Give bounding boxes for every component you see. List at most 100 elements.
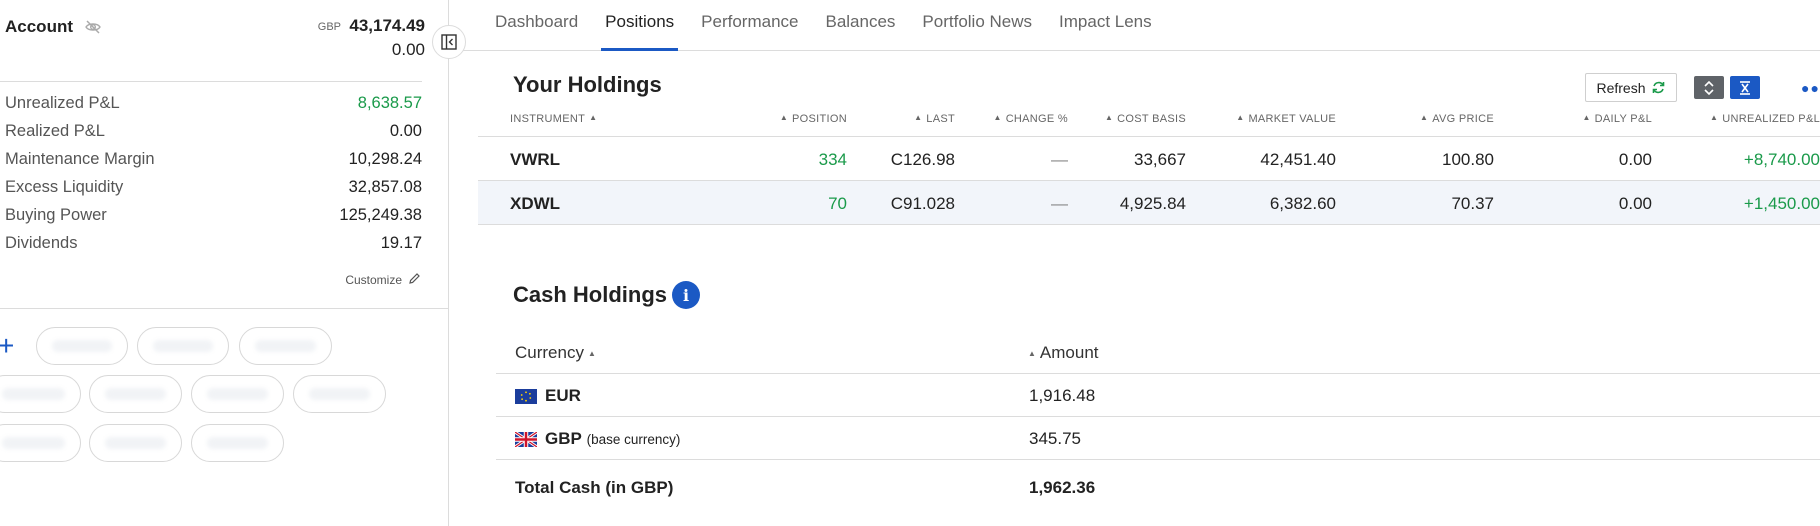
cell-instrument[interactable]: XDWL <box>510 194 560 214</box>
cell-avg-price: 70.37 <box>1451 194 1494 213</box>
table-row[interactable]: VWRL 334 C126.98 — 33,667 42,451.40 100.… <box>478 137 1820 181</box>
tab-impact-lens[interactable]: Impact Lens <box>1059 0 1152 50</box>
cell-change: — <box>1051 150 1068 169</box>
more-options-icon[interactable]: ●●● <box>1801 80 1820 96</box>
cell-change: — <box>1051 194 1068 213</box>
col-header-amount[interactable]: ▲ Amount <box>1024 343 1099 363</box>
col-header-change[interactable]: ▲ CHANGE % <box>989 113 1068 125</box>
account-balance: 43,174.49 <box>349 16 425 35</box>
cell-daily-pnl: 0.00 <box>1618 150 1652 169</box>
table-header: Currency ▲ ▲ Amount <box>496 334 1820 374</box>
account-sidebar: Account GBP 43,174.49 0.00 Unrealized P&… <box>0 0 449 526</box>
account-currency: GBP <box>317 21 341 33</box>
cash-title-text: Cash Holdings <box>513 282 668 307</box>
metric-value: 32,857.08 <box>348 178 422 196</box>
total-cash-value: 1,962.36 <box>1029 478 1096 497</box>
tab-performance[interactable]: Performance <box>701 0 798 50</box>
metric-label: Dividends <box>5 234 78 252</box>
col-header-unrealized-pnl[interactable]: ▲ UNREALIZED P&L <box>1706 113 1820 125</box>
eye-off-icon[interactable] <box>84 18 102 36</box>
cell-unrealized-pnl: +1,450.00 <box>1743 194 1820 213</box>
metric-label: Buying Power <box>5 206 107 224</box>
cell-last: C126.98 <box>890 150 955 169</box>
cell-cost-basis: 4,925.84 <box>1119 194 1186 213</box>
account-metrics: Unrealized P&L 8,638.57 Realized P&L 0.0… <box>5 94 422 262</box>
col-header-avg-price[interactable]: ▲ AVG PRICE <box>1416 113 1494 125</box>
col-header-currency[interactable]: Currency ▲ <box>515 343 600 363</box>
refresh-label: Refresh <box>1596 79 1646 96</box>
tab-dashboard[interactable]: Dashboard <box>495 0 578 50</box>
cell-currency: GBP (base currency) <box>545 429 681 448</box>
cell-cost-basis: 33,667 <box>1134 150 1186 169</box>
metric-label: Excess Liquidity <box>5 178 124 196</box>
widget-pill[interactable] <box>191 424 284 462</box>
widget-pill[interactable] <box>0 424 81 462</box>
cell-unrealized-pnl: +8,740.00 <box>1743 150 1820 169</box>
refresh-button[interactable]: Refresh <box>1585 73 1677 102</box>
customize-button[interactable]: Customize <box>345 272 421 288</box>
col-header-market-value[interactable]: ▲ MARKET VALUE <box>1232 113 1336 125</box>
cell-last: C91.028 <box>890 194 955 213</box>
tab-portfolio-news[interactable]: Portfolio News <box>922 0 1032 50</box>
cash-total-row: Total Cash (in GBP) 1,962.36 <box>496 460 1820 518</box>
metric-label: Realized P&L <box>5 122 105 140</box>
metric-unrealized-pnl: Unrealized P&L 8,638.57 <box>5 94 422 122</box>
metric-value: 125,249.38 <box>339 206 422 224</box>
table-row: GBP (base currency) 345.75 <box>496 417 1820 460</box>
widget-pill[interactable] <box>0 375 81 413</box>
main-content: Dashboard Positions Performance Balances… <box>450 0 1820 526</box>
col-header-instrument[interactable]: INSTRUMENT ▲ <box>510 113 601 125</box>
eu-flag-icon <box>515 389 537 404</box>
widget-pill[interactable] <box>239 327 332 365</box>
metric-realized-pnl: Realized P&L 0.00 <box>5 122 422 150</box>
col-header-daily-pnl[interactable]: ▲ DAILY P&L <box>1578 113 1652 125</box>
col-header-cost-basis[interactable]: ▲ COST BASIS <box>1101 113 1186 125</box>
widget-pill[interactable] <box>293 375 386 413</box>
table-row: EUR 1,916.48 <box>496 374 1820 417</box>
divider <box>0 81 422 82</box>
metric-value: 10,298.24 <box>348 150 422 168</box>
cell-amount: 345.75 <box>1029 429 1081 448</box>
base-currency-note: (base currency) <box>586 432 681 447</box>
col-header-last[interactable]: ▲ LAST <box>910 113 955 125</box>
widget-pill[interactable] <box>137 327 229 365</box>
holdings-table: INSTRUMENT ▲ ▲ POSITION ▲ LAST ▲ CHANGE % ▲ C… <box>478 108 1820 225</box>
info-icon[interactable]: i <box>672 281 701 309</box>
tab-balances[interactable]: Balances <box>825 0 895 50</box>
collapse-rows-button[interactable] <box>1730 76 1760 99</box>
col-header-position[interactable]: ▲ POSITION <box>776 113 847 125</box>
cell-instrument[interactable]: VWRL <box>510 150 560 170</box>
cell-avg-price: 100.80 <box>1442 150 1494 169</box>
metric-value: 8,638.57 <box>357 94 422 112</box>
widget-pill[interactable] <box>36 327 128 365</box>
uk-flag-icon <box>514 430 538 449</box>
widget-pill[interactable] <box>89 375 182 413</box>
add-widget-icon[interactable]: + <box>0 332 18 360</box>
tab-positions[interactable]: Positions <box>601 0 679 51</box>
widget-pill[interactable] <box>89 424 182 462</box>
metric-dividends: Dividends 19.17 <box>5 234 422 262</box>
expand-icon <box>1704 80 1714 95</box>
customize-label: Customize <box>345 273 402 287</box>
metric-value: 0.00 <box>389 122 422 140</box>
collapse-sidebar-button[interactable] <box>432 25 466 59</box>
metric-value: 19.17 <box>380 234 422 252</box>
cell-currency: EUR <box>545 386 581 405</box>
cell-amount: 1,916.48 <box>1029 386 1096 405</box>
widget-pill[interactable] <box>191 375 284 413</box>
divider <box>0 308 449 309</box>
metric-label: Unrealized P&L <box>5 94 120 112</box>
collapse-icon <box>1740 80 1750 95</box>
total-cash-label: Total Cash (in GBP) <box>515 478 674 497</box>
cell-market-value: 6,382.60 <box>1269 194 1336 213</box>
metric-excess-liquidity: Excess Liquidity 32,857.08 <box>5 178 422 206</box>
cell-market-value: 42,451.40 <box>1260 150 1336 169</box>
cash-holdings-title: Cash Holdings i <box>513 281 701 309</box>
tab-bar: Dashboard Positions Performance Balances… <box>450 0 1820 51</box>
table-row[interactable]: XDWL 70 C91.028 — 4,925.84 6,382.60 70.3… <box>478 181 1820 225</box>
holdings-title: Your Holdings <box>513 72 662 97</box>
cell-position: 334 <box>818 150 847 169</box>
expand-rows-button[interactable] <box>1694 76 1724 99</box>
account-header: Account GBP 43,174.49 0.00 <box>5 15 425 75</box>
pencil-icon <box>408 272 421 288</box>
